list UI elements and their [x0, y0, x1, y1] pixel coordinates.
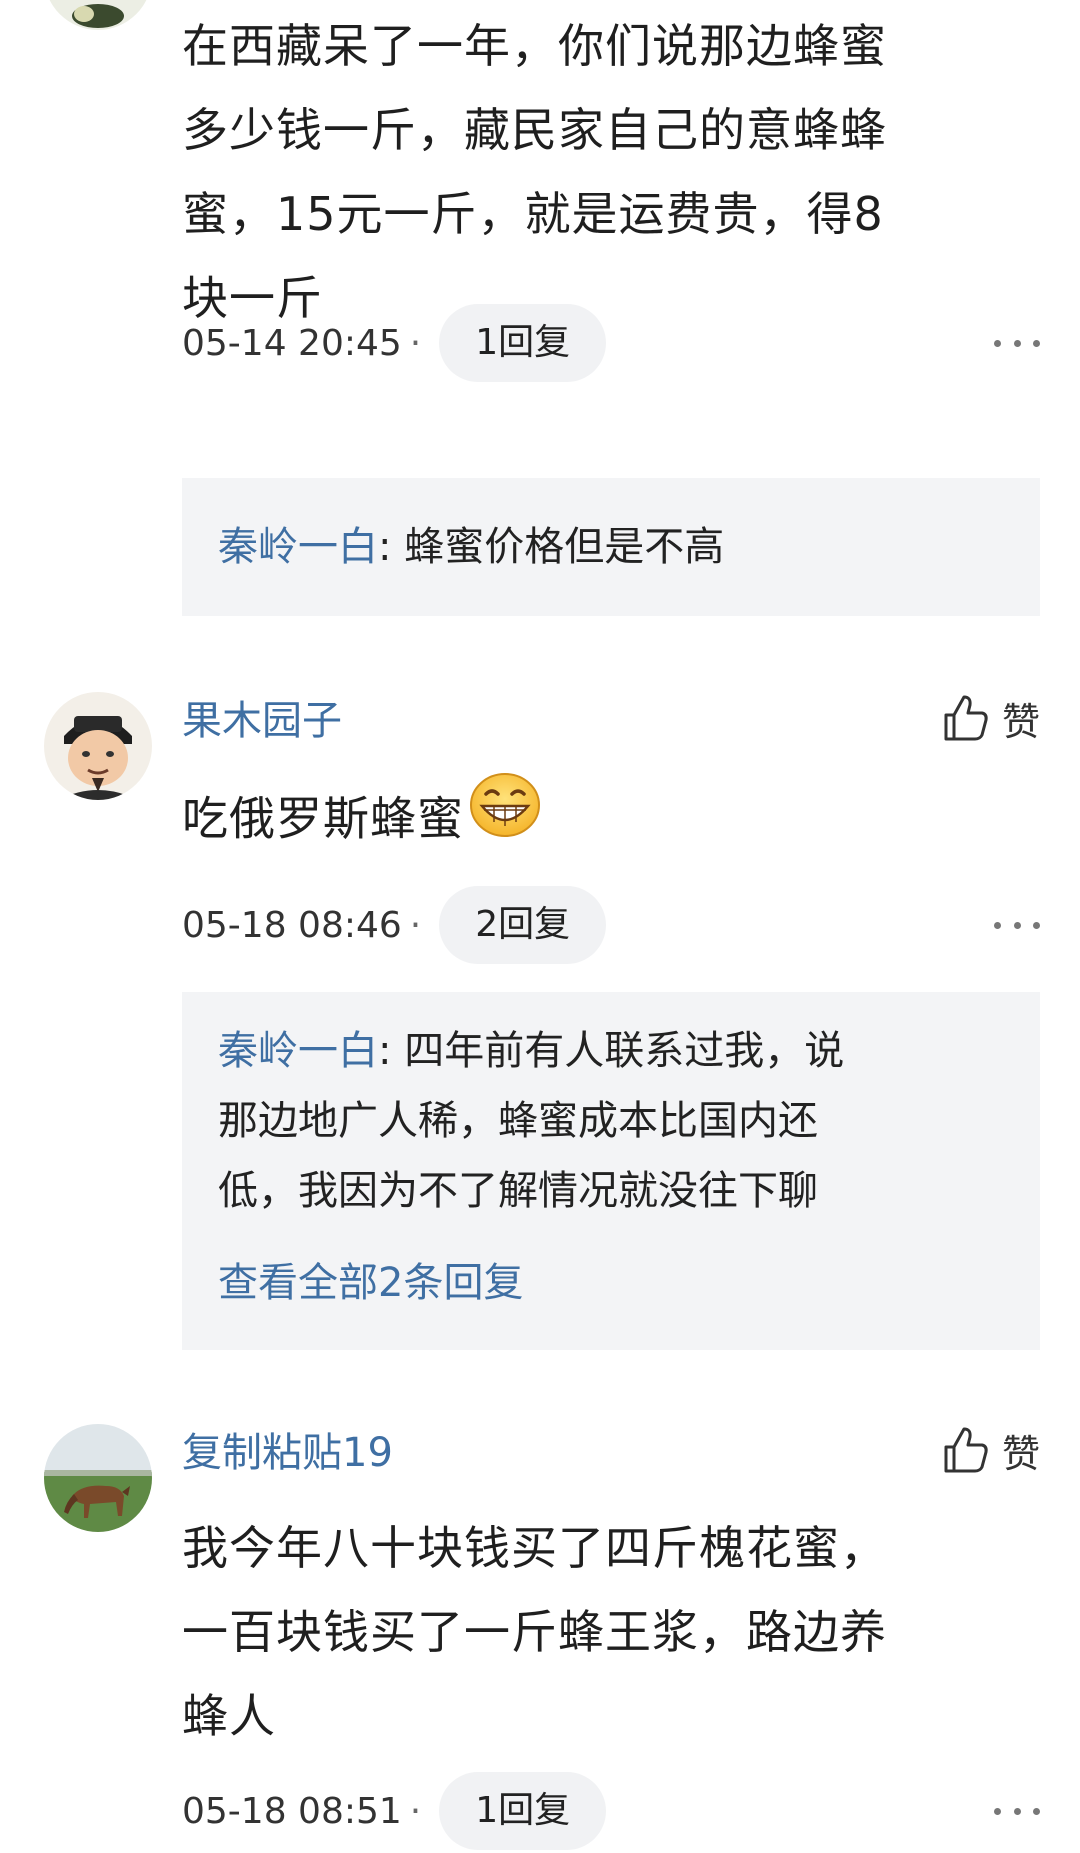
- grinning-face-icon: [468, 772, 542, 864]
- thumbs-up-icon: [944, 695, 988, 741]
- reply-preview-box[interactable]: 秦岭一白: 四年前有人联系过我，说 那边地广人稀，蜂蜜成本比国内还 低，我因为不…: [182, 992, 1040, 1350]
- avatar[interactable]: [44, 692, 152, 800]
- comment-meta: 05-18 08:46 · 2回复: [182, 886, 607, 964]
- comment-content: 在西藏呆了一年，你们说那边蜂蜜 多少钱一斤，藏民家自己的意蜂蜂 蜜，15元一斤，…: [182, 19, 887, 325]
- thumbs-up-icon: [944, 1427, 988, 1473]
- reply-text: 那边地广人稀，蜂蜜成本比国内还: [218, 1098, 818, 1144]
- reply-username[interactable]: 秦岭一白: [218, 524, 378, 570]
- comment-username[interactable]: 复制粘贴19: [182, 1426, 393, 1480]
- reply-text: 四年前有人联系过我，说: [404, 1028, 845, 1074]
- reply-separator: :: [378, 524, 405, 570]
- reply-separator: :: [378, 1028, 405, 1074]
- like-button[interactable]: 赞: [940, 688, 1040, 748]
- comment-time: 05-14 20:45: [182, 322, 402, 364]
- comment-username[interactable]: 果木园子: [182, 694, 342, 748]
- reply-line: 秦岭一白: 四年前有人联系过我，说 那边地广人稀，蜂蜜成本比国内还 低，我因为不…: [218, 1016, 978, 1226]
- comment-time: 05-18 08:46: [182, 904, 402, 946]
- meta-separator: ·: [409, 904, 422, 946]
- comment-meta: 05-14 20:45 · 1回复: [182, 304, 607, 382]
- like-label: 赞: [1001, 1431, 1040, 1476]
- reply-username[interactable]: 秦岭一白: [218, 1028, 378, 1074]
- comment-meta: 05-18 08:51 · 1回复: [182, 1772, 607, 1850]
- comment-content: 我今年八十块钱买了四斤槐花蜜， 一百块钱买了一斤蜂王浆，路边养 蜂人: [182, 1521, 887, 1743]
- more-options-icon[interactable]: [994, 304, 1040, 382]
- more-options-icon[interactable]: [994, 886, 1040, 964]
- avatar[interactable]: [44, 1424, 152, 1532]
- reply-count-button[interactable]: 1回复: [439, 1772, 607, 1850]
- more-options-icon[interactable]: [994, 1772, 1040, 1850]
- reply-line: 秦岭一白: 蜂蜜价格但是不高: [218, 512, 978, 582]
- comment-content: 吃俄罗斯蜂蜜: [182, 773, 1042, 868]
- avatar[interactable]: [44, 0, 152, 30]
- meta-separator: ·: [409, 322, 422, 364]
- reply-text: 蜂蜜价格但是不高: [404, 524, 725, 570]
- reply-text: 低，我因为不了解情况就没往下聊: [218, 1168, 818, 1214]
- reply-count-button[interactable]: 2回复: [439, 886, 607, 964]
- like-button[interactable]: 赞: [940, 1420, 1040, 1480]
- reply-count-button[interactable]: 1回复: [439, 304, 607, 382]
- view-all-replies-link[interactable]: 查看全部2条回复: [218, 1250, 523, 1308]
- meta-separator: ·: [409, 1790, 422, 1832]
- reply-preview-box[interactable]: 秦岭一白: 蜂蜜价格但是不高: [182, 478, 1040, 616]
- comment-time: 05-18 08:51: [182, 1790, 402, 1832]
- like-label: 赞: [1001, 699, 1040, 744]
